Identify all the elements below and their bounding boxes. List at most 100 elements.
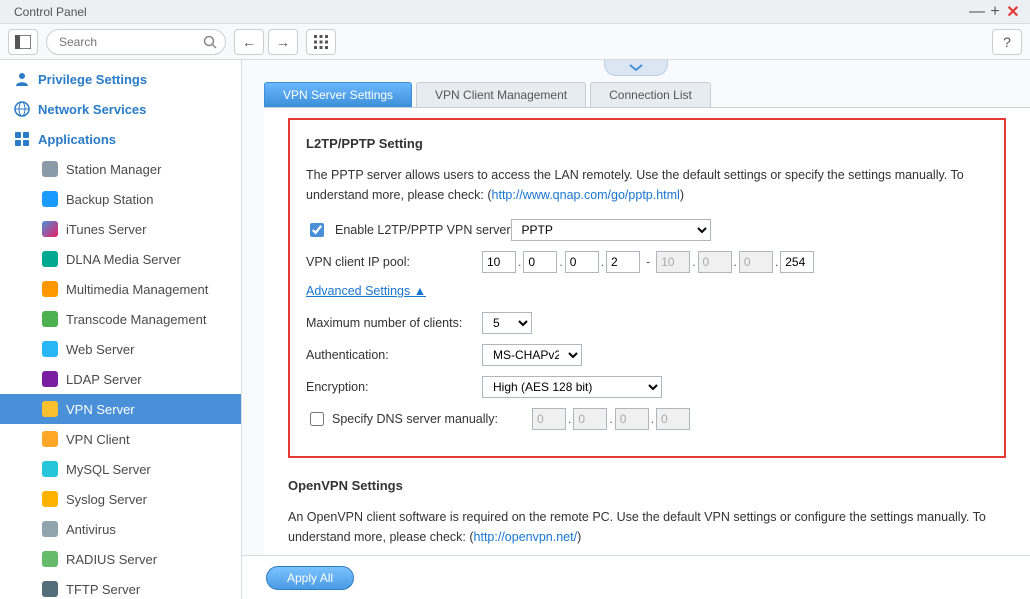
sidebar-item-label: Web Server	[66, 342, 134, 357]
encryption-select[interactable]: High (AES 128 bit)	[482, 376, 662, 398]
l2tp-title: L2TP/PPTP Setting	[306, 136, 988, 151]
openvpn-help-link[interactable]: http://openvpn.net/	[474, 530, 578, 544]
openvpn-desc-post: )	[577, 530, 581, 544]
openvpn-title: OpenVPN Settings	[288, 478, 1006, 493]
ip-start-oct2[interactable]	[523, 251, 557, 273]
sidebar-item-label: Multimedia Management	[66, 282, 208, 297]
sidebar-item-transcode-mgmt[interactable]: Transcode Management	[0, 304, 241, 334]
back-button[interactable]: ←	[234, 29, 264, 55]
l2tp-description: The PPTP server allows users to access t…	[306, 165, 988, 205]
sidebar-item-backup-station[interactable]: Backup Station	[0, 184, 241, 214]
grid-view-button[interactable]	[306, 29, 336, 55]
sidebar-cat-label: Network Services	[38, 102, 146, 117]
sidebar-cat-privilege[interactable]: Privilege Settings	[0, 64, 241, 94]
sidebar-item-radius-server[interactable]: RADIUS Server	[0, 544, 241, 574]
openvpn-desc-text: An OpenVPN client software is required o…	[288, 510, 986, 544]
tab-panel: L2TP/PPTP Setting The PPTP server allows…	[264, 107, 1030, 594]
sidebar-item-vpn-server[interactable]: VPN Server	[0, 394, 241, 424]
sidebar-item-label: Station Manager	[66, 162, 161, 177]
help-button[interactable]: ?	[992, 29, 1022, 55]
enable-l2tp-label: Enable L2TP/PPTP VPN server	[335, 223, 511, 237]
grid3-icon	[12, 130, 32, 148]
syslog-icon	[40, 490, 60, 508]
web-icon	[40, 340, 60, 358]
globe-icon	[12, 100, 32, 118]
close-icon[interactable]: ✕	[1004, 2, 1022, 22]
antivirus-icon	[40, 520, 60, 538]
tab-vpn-server-settings[interactable]: VPN Server Settings	[264, 82, 412, 107]
mysql-icon	[40, 460, 60, 478]
dns-manual-checkbox[interactable]	[310, 412, 324, 426]
window-titlebar: Control Panel — + ✕	[0, 0, 1030, 24]
sidebar-item-label: TFTP Server	[66, 582, 140, 597]
l2tp-desc-post: )	[680, 188, 684, 202]
sidebar-cat-network[interactable]: Network Services	[0, 94, 241, 124]
sidebar-item-mysql-server[interactable]: MySQL Server	[0, 454, 241, 484]
l2tp-help-link[interactable]: http://www.qnap.com/go/pptp.html	[492, 188, 680, 202]
ip-pool-row: VPN client IP pool: . . . - . . .	[306, 251, 988, 273]
sidebar-item-label: LDAP Server	[66, 372, 142, 387]
ip-pool-label: VPN client IP pool:	[306, 255, 482, 269]
itunes-icon	[40, 220, 60, 238]
panel-toggle-button[interactable]	[8, 29, 38, 55]
sidebar-item-label: RADIUS Server	[66, 552, 157, 567]
sidebar-item-label: Antivirus	[66, 522, 116, 537]
sidebar-item-multimedia-mgmt[interactable]: Multimedia Management	[0, 274, 241, 304]
radius-icon	[40, 550, 60, 568]
search-box[interactable]	[46, 29, 226, 55]
disk-icon	[40, 190, 60, 208]
sidebar-cat-label: Applications	[38, 132, 116, 147]
expand-handle[interactable]	[604, 60, 668, 76]
tftp-icon	[40, 580, 60, 598]
server-icon	[40, 160, 60, 178]
ip-start-oct3[interactable]	[565, 251, 599, 273]
sidebar-item-itunes-server[interactable]: iTunes Server	[0, 214, 241, 244]
media-icon	[40, 280, 60, 298]
search-input[interactable]	[57, 30, 199, 54]
sidebar-item-tftp-server[interactable]: TFTP Server	[0, 574, 241, 599]
tab-bar: VPN Server Settings VPN Client Managemen…	[264, 82, 1030, 107]
dns-label: Specify DNS server manually:	[332, 412, 532, 426]
ip-start-oct4[interactable]	[606, 251, 640, 273]
sidebar-item-ldap-server[interactable]: LDAP Server	[0, 364, 241, 394]
apply-all-button[interactable]: Apply All	[266, 566, 354, 590]
sidebar-item-web-server[interactable]: Web Server	[0, 334, 241, 364]
sidebar-item-label: VPN Server	[66, 402, 135, 417]
protocol-select[interactable]: PPTP	[511, 219, 711, 241]
auth-select[interactable]: MS-CHAPv2	[482, 344, 582, 366]
auth-row: Authentication: MS-CHAPv2	[306, 344, 988, 366]
sidebar-item-vpn-client[interactable]: VPN Client	[0, 424, 241, 454]
sidebar-item-antivirus[interactable]: Antivirus	[0, 514, 241, 544]
ip-start-oct1[interactable]	[482, 251, 516, 273]
sidebar-item-syslog-server[interactable]: Syslog Server	[0, 484, 241, 514]
enable-l2tp-checkbox[interactable]	[310, 223, 324, 237]
max-clients-label: Maximum number of clients:	[306, 316, 482, 330]
sidebar-item-label: DLNA Media Server	[66, 252, 181, 267]
chevron-down-icon	[626, 63, 646, 73]
sidebar-cat-applications[interactable]: Applications	[0, 124, 241, 154]
sidebar-item-label: MySQL Server	[66, 462, 151, 477]
ip-end-oct1	[656, 251, 690, 273]
forward-button[interactable]: →	[268, 29, 298, 55]
dlna-icon	[40, 250, 60, 268]
sidebar-item-label: Syslog Server	[66, 492, 147, 507]
toolbar: ← → ?	[0, 24, 1030, 60]
encryption-label: Encryption:	[306, 380, 482, 394]
encryption-row: Encryption: High (AES 128 bit)	[306, 376, 988, 398]
openvpn-description: An OpenVPN client software is required o…	[288, 507, 1006, 547]
tab-connection-list[interactable]: Connection List	[590, 82, 711, 107]
advanced-settings-toggle[interactable]: Advanced Settings ▲	[306, 284, 426, 298]
vpn-icon	[40, 400, 60, 418]
minimize-icon[interactable]: —	[968, 3, 986, 21]
ldap-icon	[40, 370, 60, 388]
sidebar-item-dlna-server[interactable]: DLNA Media Server	[0, 244, 241, 274]
ip-end-oct4[interactable]	[780, 251, 814, 273]
max-clients-row: Maximum number of clients: 5	[306, 312, 988, 334]
transcode-icon	[40, 310, 60, 328]
max-clients-select[interactable]: 5	[482, 312, 532, 334]
tab-vpn-client-mgmt[interactable]: VPN Client Management	[416, 82, 586, 107]
sidebar-item-station-manager[interactable]: Station Manager	[0, 154, 241, 184]
dns-oct1	[532, 408, 566, 430]
l2tp-pptp-section: L2TP/PPTP Setting The PPTP server allows…	[288, 118, 1006, 458]
maximize-icon[interactable]: +	[986, 3, 1004, 21]
